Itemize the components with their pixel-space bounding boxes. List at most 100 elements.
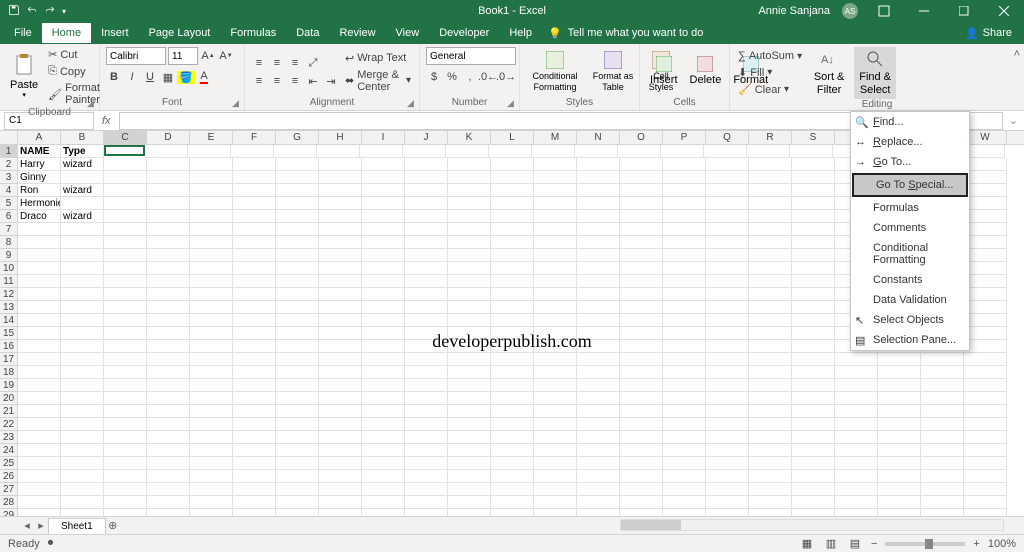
cell[interactable] — [362, 470, 405, 483]
fx-icon[interactable]: fx — [94, 115, 119, 127]
cell[interactable] — [405, 275, 448, 288]
align-middle-icon[interactable]: ≡ — [269, 55, 285, 71]
cell[interactable] — [190, 392, 233, 405]
number-format[interactable] — [426, 47, 516, 65]
cell[interactable] — [405, 353, 448, 366]
cell[interactable] — [835, 496, 878, 509]
cell[interactable] — [147, 288, 190, 301]
column-header[interactable]: R — [749, 131, 792, 144]
cell[interactable] — [792, 223, 835, 236]
cell[interactable] — [276, 431, 319, 444]
cell[interactable] — [749, 301, 792, 314]
menu-comments[interactable]: Comments — [851, 218, 969, 238]
cell[interactable] — [362, 158, 405, 171]
view-tab[interactable]: View — [386, 23, 430, 43]
cell[interactable] — [491, 457, 534, 470]
cell[interactable] — [405, 288, 448, 301]
number-launcher[interactable]: ◢ — [507, 98, 517, 108]
row-header[interactable]: 18 — [0, 366, 18, 379]
cell[interactable] — [964, 327, 1007, 340]
cell[interactable] — [61, 288, 104, 301]
cell[interactable] — [448, 457, 491, 470]
cell[interactable] — [319, 353, 362, 366]
horizontal-scrollbar[interactable] — [620, 519, 1004, 533]
row-header[interactable]: 20 — [0, 392, 18, 405]
cell[interactable]: wizard — [61, 184, 104, 197]
row-header[interactable]: 23 — [0, 431, 18, 444]
cell[interactable] — [749, 171, 792, 184]
cell[interactable] — [104, 353, 147, 366]
cell[interactable] — [749, 457, 792, 470]
cell[interactable] — [405, 301, 448, 314]
cell[interactable] — [61, 314, 104, 327]
cell[interactable] — [405, 457, 448, 470]
insert-cells-button[interactable]: Insert — [646, 54, 682, 89]
cell[interactable] — [663, 262, 706, 275]
cell[interactable] — [104, 366, 147, 379]
cell[interactable] — [276, 262, 319, 275]
cell[interactable] — [491, 223, 534, 236]
conditional-formatting-button[interactable]: Conditional Formatting — [526, 49, 584, 95]
cell[interactable] — [577, 223, 620, 236]
cell[interactable] — [749, 158, 792, 171]
cell[interactable] — [491, 405, 534, 418]
cell[interactable] — [147, 158, 190, 171]
menu-selection-pane[interactable]: ▤Selection Pane... — [851, 330, 969, 350]
cell[interactable] — [663, 444, 706, 457]
cell[interactable] — [276, 509, 319, 516]
cell[interactable] — [663, 431, 706, 444]
column-header[interactable]: H — [319, 131, 362, 144]
tellme-icon[interactable]: 💡 — [542, 27, 568, 40]
cell[interactable] — [964, 314, 1007, 327]
cell[interactable] — [61, 483, 104, 496]
cell[interactable] — [362, 288, 405, 301]
cell[interactable] — [61, 340, 104, 353]
cell[interactable] — [319, 444, 362, 457]
row-header[interactable]: 21 — [0, 405, 18, 418]
cell[interactable] — [663, 327, 706, 340]
cell[interactable] — [362, 327, 405, 340]
cell[interactable] — [747, 145, 790, 158]
cell[interactable] — [104, 340, 147, 353]
cell[interactable] — [190, 444, 233, 457]
cell[interactable] — [577, 496, 620, 509]
cell[interactable] — [362, 405, 405, 418]
cell[interactable] — [448, 496, 491, 509]
cell[interactable] — [319, 249, 362, 262]
cell[interactable] — [362, 275, 405, 288]
view-pagelayout-icon[interactable]: ▥ — [823, 536, 839, 552]
cell[interactable]: Ron — [18, 184, 61, 197]
cell[interactable] — [792, 392, 835, 405]
column-header[interactable]: B — [61, 131, 104, 144]
cell[interactable] — [577, 275, 620, 288]
cell[interactable] — [18, 496, 61, 509]
cell[interactable] — [878, 496, 921, 509]
cell[interactable] — [706, 353, 749, 366]
cell[interactable] — [577, 158, 620, 171]
cell[interactable] — [577, 314, 620, 327]
cell[interactable] — [104, 470, 147, 483]
cell[interactable] — [18, 314, 61, 327]
cell[interactable] — [663, 392, 706, 405]
cell[interactable] — [190, 418, 233, 431]
cell[interactable] — [964, 457, 1007, 470]
cell[interactable] — [749, 366, 792, 379]
cell[interactable] — [190, 236, 233, 249]
cell[interactable] — [620, 249, 663, 262]
cell[interactable] — [319, 275, 362, 288]
cell[interactable] — [749, 496, 792, 509]
cell[interactable] — [190, 314, 233, 327]
cell[interactable] — [448, 379, 491, 392]
cell[interactable] — [319, 262, 362, 275]
cell[interactable] — [104, 210, 147, 223]
cell[interactable] — [964, 509, 1007, 516]
cell[interactable] — [792, 236, 835, 249]
cell[interactable] — [792, 158, 835, 171]
orientation-icon[interactable]: ⤢ — [305, 55, 321, 71]
cell[interactable] — [405, 184, 448, 197]
cell[interactable] — [104, 145, 145, 156]
cell[interactable] — [448, 249, 491, 262]
row-header[interactable]: 19 — [0, 379, 18, 392]
cell[interactable] — [491, 483, 534, 496]
cell[interactable] — [147, 197, 190, 210]
